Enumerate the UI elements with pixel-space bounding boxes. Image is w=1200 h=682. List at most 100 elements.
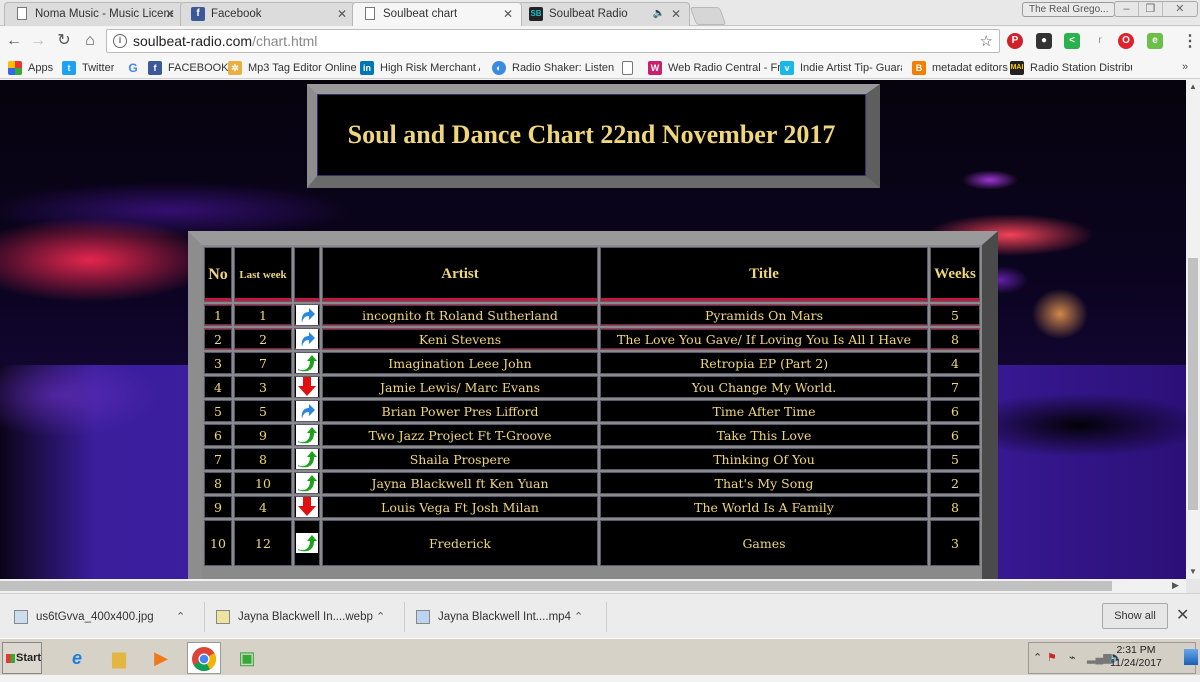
chevron-up-icon[interactable]: ⌃: [176, 606, 185, 628]
tab-soulbeat-chart[interactable]: Soulbeat chart ✕: [352, 2, 522, 26]
bookmark-indie-artist-tip[interactable]: v Indie Artist Tip- Guaran: [780, 59, 902, 77]
close-tab-icon[interactable]: ✕: [337, 3, 347, 25]
chart-row: 6 9 Two Jazz Project Ft T-Groove Take This …: [204, 424, 980, 446]
horizontal-scrollbar[interactable]: ▶: [0, 579, 1186, 593]
close-tab-icon[interactable]: ✕: [671, 3, 681, 25]
system-clock[interactable]: 2:31 PM 11/24/2017: [1100, 644, 1172, 670]
chevron-up-icon[interactable]: ⌃: [574, 606, 583, 628]
apps-icon: [8, 61, 22, 75]
title-cell: Take This Love: [600, 424, 928, 446]
internet-explorer-icon[interactable]: e: [60, 642, 94, 674]
readability-icon[interactable]: r: [1092, 33, 1108, 49]
bookmark-web-radio-central[interactable]: W Web Radio Central - Fr: [648, 59, 784, 77]
last-week-cell: 9: [234, 424, 292, 446]
no-change-arrow-icon: [296, 329, 318, 349]
bookmark-label: Radio Shaker: Listen to: [512, 62, 616, 74]
bookmark-apps[interactable]: Apps: [8, 59, 53, 77]
facebook-icon: f: [191, 7, 205, 21]
position-cell: 8: [204, 472, 232, 494]
twitter-icon: t: [62, 61, 76, 75]
close-window-button[interactable]: ✕: [1163, 2, 1197, 16]
new-tab-button[interactable]: [689, 7, 727, 25]
bookmark-facebook[interactable]: f FACEBOOK: [148, 59, 229, 77]
reload-button[interactable]: ↻: [54, 31, 74, 51]
close-tab-icon[interactable]: ✕: [503, 3, 513, 25]
page-icon: [365, 7, 375, 20]
show-desktop-button[interactable]: [1184, 649, 1198, 665]
bookmark-label: Apps: [28, 62, 54, 74]
menu-icon[interactable]: ⋮: [1182, 31, 1198, 51]
weeks-cell: 2: [930, 472, 980, 494]
bookmark-radio-shaker[interactable]: ◐ Radio Shaker: Listen to: [492, 59, 616, 77]
restore-button[interactable]: ❐: [1139, 2, 1163, 16]
address-bar[interactable]: i soulbeat-radio.com/chart.html ☆: [106, 29, 1000, 53]
chrome-icon[interactable]: [187, 642, 221, 674]
file-explorer-icon[interactable]: ▆: [102, 642, 136, 674]
device-icon[interactable]: ▣: [230, 642, 264, 674]
scroll-down-arrow-icon[interactable]: ▼: [1189, 567, 1197, 576]
horizontal-scrollbar-thumb[interactable]: [0, 581, 1112, 591]
show-all-button[interactable]: Show all: [1102, 603, 1168, 629]
weeks-cell: 5: [930, 448, 980, 470]
position-cell: 2: [204, 328, 232, 350]
close-downloads-icon[interactable]: ✕: [1176, 605, 1189, 625]
vertical-scrollbar-thumb[interactable]: [1188, 258, 1198, 510]
title-cell: Retropia EP (Part 2): [600, 352, 928, 374]
tab-noma-music[interactable]: Noma Music - Music Licensi ✕: [4, 2, 184, 26]
share-icon[interactable]: <: [1064, 33, 1080, 49]
last-week-cell: 1: [234, 304, 292, 326]
bookmark-metadat-editors[interactable]: Bmetadat editors: [912, 59, 1008, 77]
opera-icon[interactable]: O: [1118, 33, 1134, 49]
extension-icon[interactable]: e: [1147, 33, 1163, 49]
position-cell: 1: [204, 304, 232, 326]
divider: [606, 602, 607, 632]
show-hidden-icons-icon[interactable]: ⌃: [1033, 651, 1042, 664]
profile-button[interactable]: The Real Grego...: [1022, 2, 1116, 17]
download-item[interactable]: Jayna Blackwell In....webp ⌃: [212, 606, 392, 628]
media-player-icon[interactable]: ▶: [144, 642, 178, 674]
info-icon[interactable]: i: [113, 34, 127, 48]
bookmark-page[interactable]: [622, 59, 642, 77]
artist-cell: incognito ft Roland Sutherland: [322, 304, 598, 326]
scroll-up-arrow-icon[interactable]: ▲: [1189, 82, 1197, 91]
download-item[interactable]: Jayna Blackwell Int....mp4 ⌃: [412, 606, 592, 628]
webradio-icon: W: [648, 61, 662, 75]
back-button[interactable]: ←: [4, 31, 24, 51]
bookmark-high-risk-merchant[interactable]: in High Risk Merchant Acc: [360, 59, 480, 77]
artist-cell: Brian Power Pres Lifford: [322, 400, 598, 422]
bookmark-twitter[interactable]: t Twitter: [62, 59, 114, 77]
chart-row: 3 7 Imagination Leee John Retropia EP (Part…: [204, 352, 980, 374]
artist-cell: Jayna Blackwell ft Ken Yuan: [322, 472, 598, 494]
movement-cell: [294, 400, 320, 422]
minimize-button[interactable]: –: [1115, 2, 1139, 16]
vertical-scrollbar[interactable]: ▲ ▼: [1186, 80, 1200, 579]
audio-playing-icon[interactable]: 🔈: [653, 3, 665, 25]
radioshaker-icon: ◐: [492, 61, 506, 75]
divider: [404, 602, 405, 632]
tab-title: Noma Music - Music Licensi: [35, 8, 173, 20]
tab-facebook[interactable]: f Facebook ✕: [180, 2, 356, 26]
chart-row: 8 10 Jayna Blackwell ft Ken Yuan That's My …: [204, 472, 980, 494]
chevron-up-icon[interactable]: ⌃: [376, 606, 385, 628]
download-filename: Jayna Blackwell Int....mp4: [438, 611, 571, 623]
start-button[interactable]: Start: [2, 642, 42, 674]
bookmark-label: Mp3 Tag Editor Online: [248, 62, 357, 74]
more-bookmarks-button[interactable]: »: [1182, 61, 1188, 73]
pinterest-icon[interactable]: P: [1007, 33, 1023, 49]
power-icon[interactable]: ⌁: [1069, 651, 1076, 664]
action-center-flag-icon[interactable]: ⚑: [1047, 651, 1057, 664]
download-item[interactable]: us6tGvva_400x400.jpg ⌃: [10, 606, 190, 628]
bookmark-radio-station-distribution[interactable]: MAI Radio Station Distributi: [1010, 59, 1132, 77]
bookmark-star-icon[interactable]: ☆: [980, 32, 993, 50]
close-tab-icon[interactable]: ✕: [165, 3, 175, 25]
tab-soulbeat-radio[interactable]: SB Soulbeat Radio 🔈 ✕: [518, 2, 690, 26]
blogger-icon: B: [912, 61, 926, 75]
scroll-right-arrow-icon[interactable]: ▶: [1172, 580, 1179, 591]
bookmark-label: FACEBOOK: [168, 62, 229, 74]
home-button[interactable]: ⌂: [80, 31, 100, 51]
ghostery-icon[interactable]: ●: [1036, 33, 1052, 49]
forward-button[interactable]: →: [28, 31, 48, 51]
up-arrow-icon: [296, 425, 318, 445]
bookmark-mp3tag[interactable]: ✲ Mp3 Tag Editor Online: [228, 59, 357, 77]
bookmark-google[interactable]: G: [126, 59, 146, 77]
